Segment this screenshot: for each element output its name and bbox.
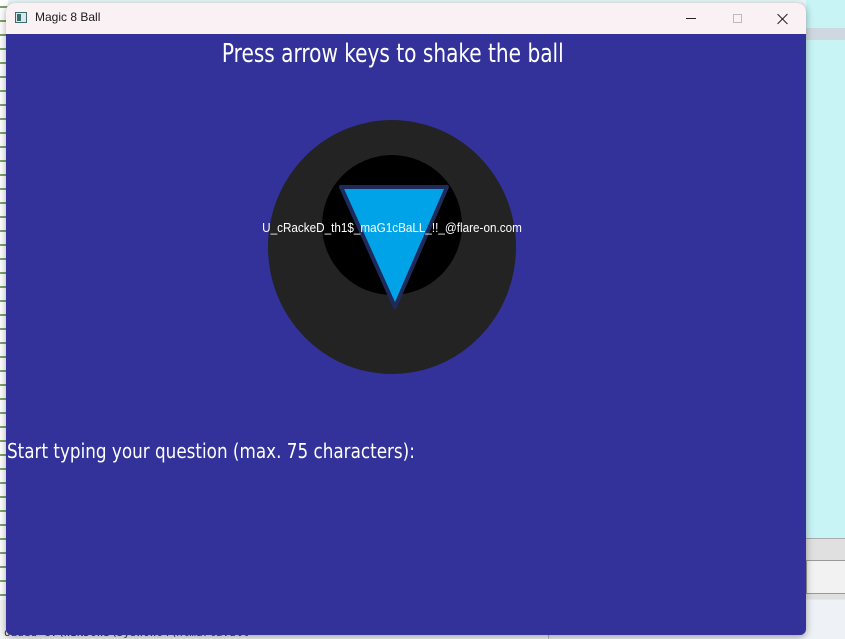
- close-button[interactable]: [760, 3, 806, 34]
- question-prompt: Start typing your question (max. 75 char…: [7, 439, 415, 463]
- background-panel-inner: [806, 560, 845, 594]
- minimize-button[interactable]: [668, 3, 714, 34]
- close-icon: [777, 13, 789, 25]
- maximize-icon: [732, 14, 742, 23]
- magic-8-ball: [268, 120, 516, 374]
- window-titlebar[interactable]: Magic 8 Ball: [6, 3, 806, 34]
- maximize-button[interactable]: [714, 3, 760, 34]
- game-canvas[interactable]: Press arrow keys to shake the ball U_cRa…: [6, 34, 806, 635]
- app-icon: [15, 12, 27, 23]
- ball-answer-text: U_cRackeD_th1$_maG1cBaLL_!!_@flare-on.co…: [262, 220, 522, 235]
- background-window-bar: [806, 28, 845, 40]
- magic-8-ball-window[interactable]: Magic 8 Ball Press arrow keys to shake t…: [6, 3, 806, 635]
- minimize-icon: [686, 18, 696, 19]
- window-title: Magic 8 Ball: [35, 10, 101, 24]
